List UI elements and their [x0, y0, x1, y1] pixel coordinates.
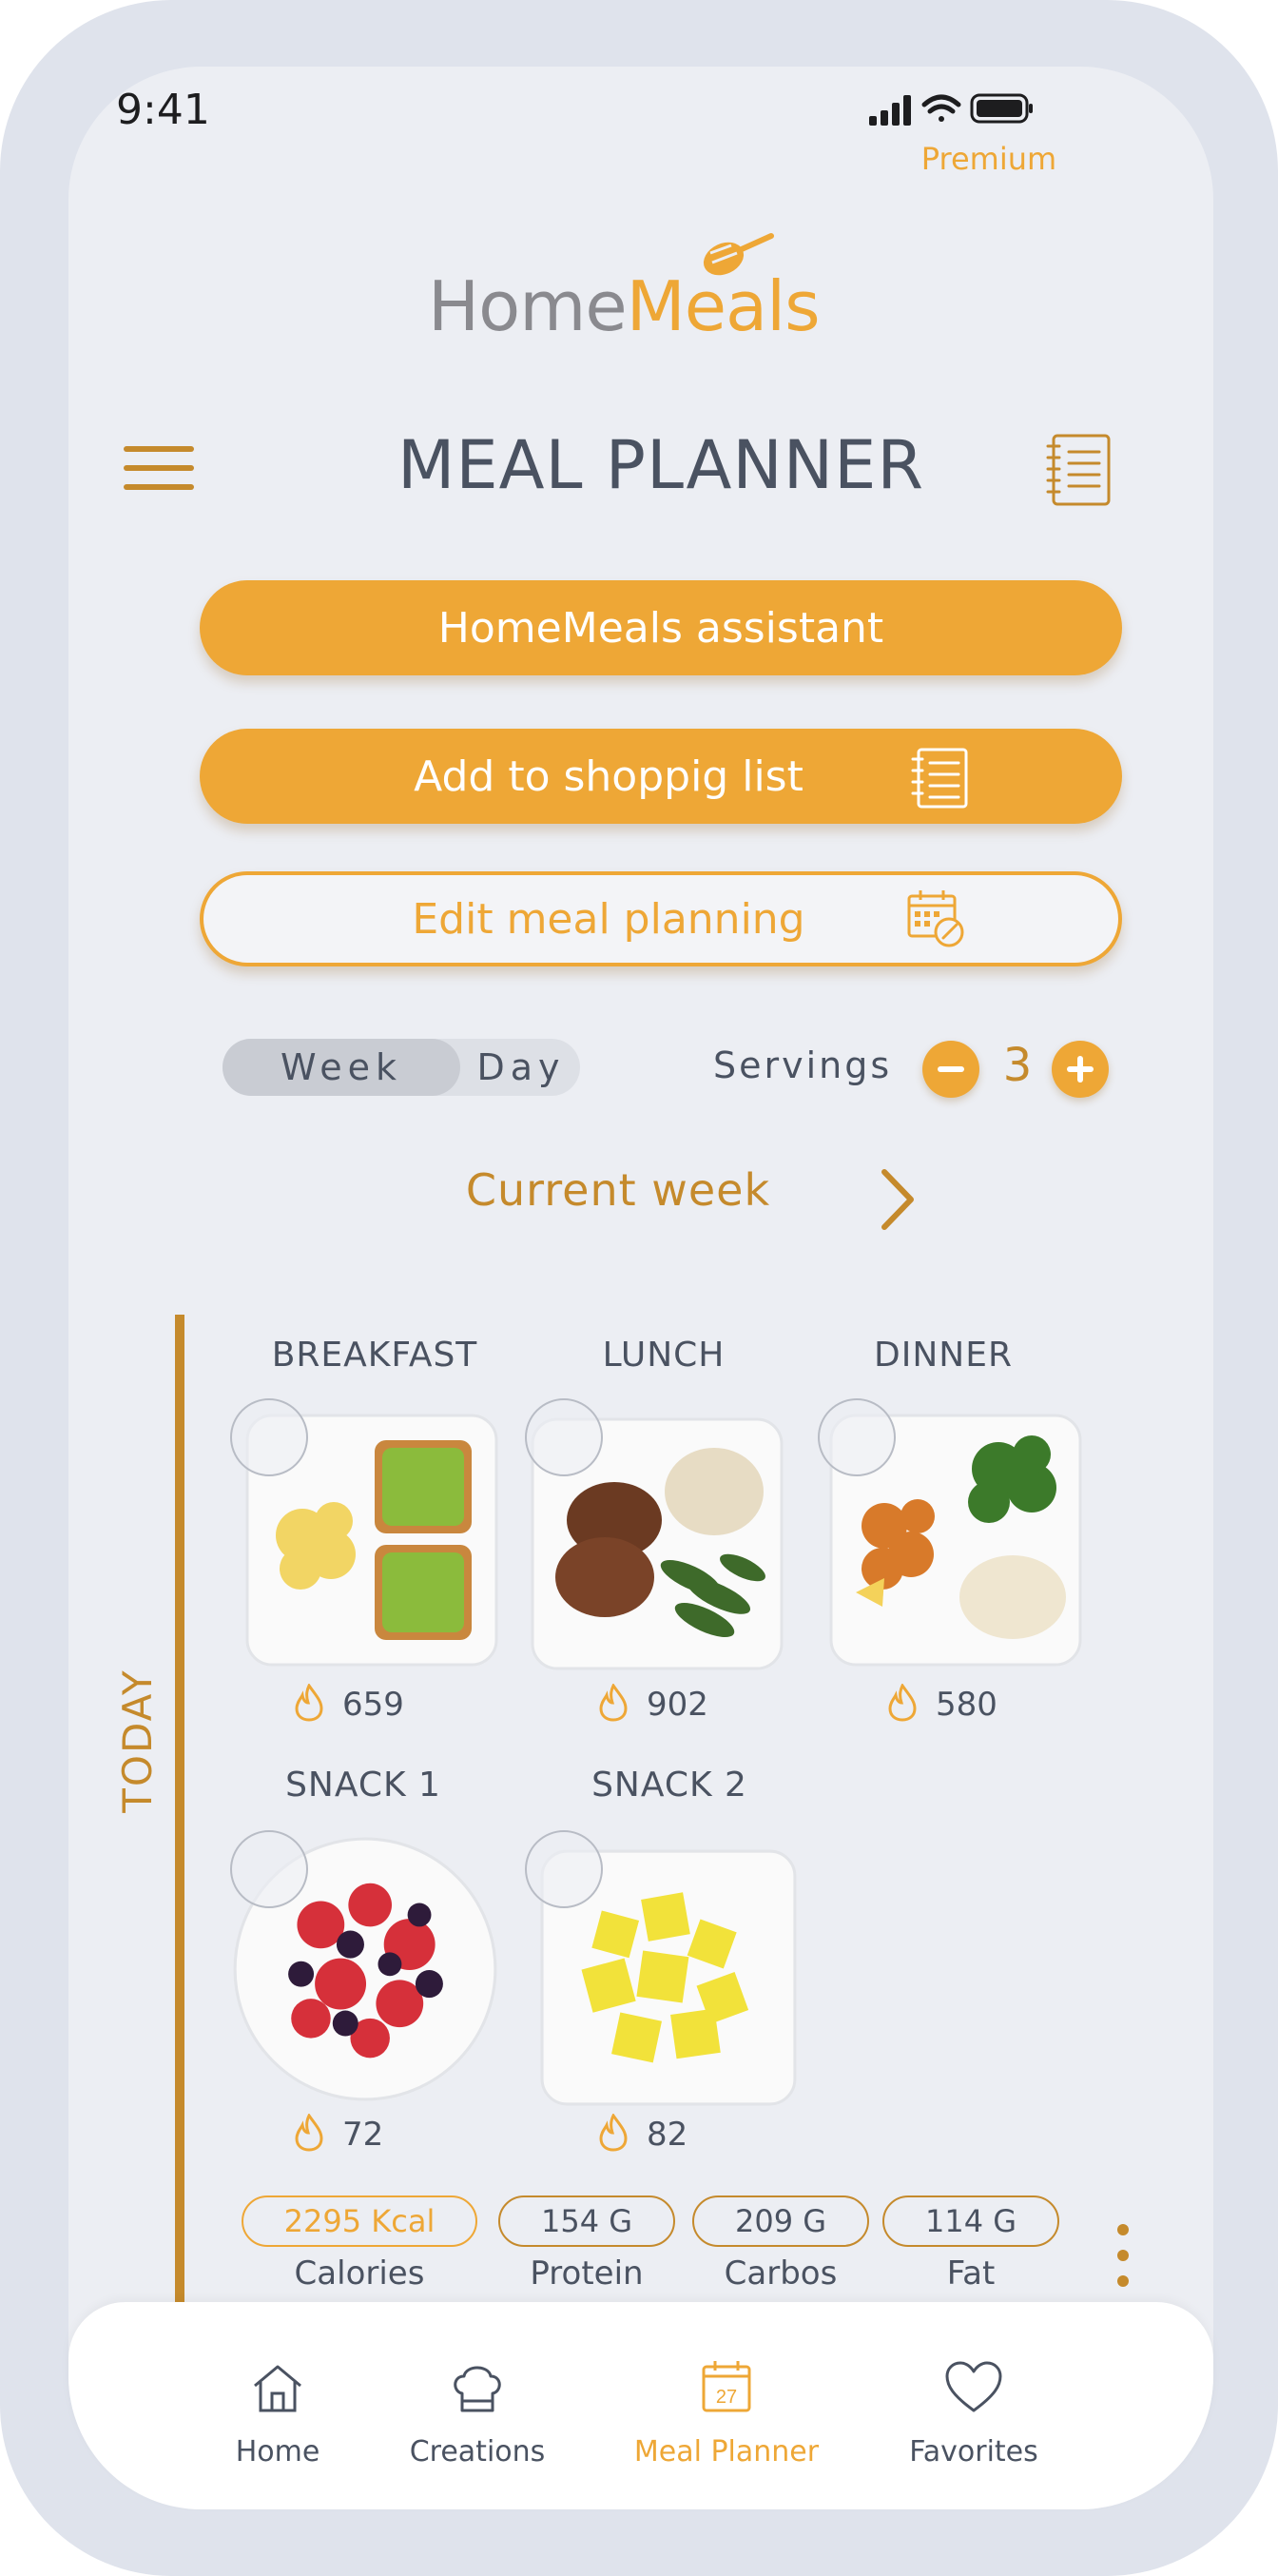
edit-meal-planning-button[interactable]: Edit meal planning	[200, 871, 1122, 966]
today-rail	[175, 1315, 184, 2304]
macro-carbs-value: 209 G	[692, 2195, 869, 2247]
meal-select-checkbox[interactable]	[230, 1830, 308, 1908]
dinner-kcal: 580	[936, 1686, 997, 1724]
nav-home[interactable]: Home	[173, 2359, 382, 2469]
meal-title-snack1: SNACK 1	[285, 1766, 441, 1805]
calendar-day-number: 27	[716, 2387, 737, 2408]
nav-favorites[interactable]: Favorites	[869, 2359, 1078, 2469]
status-time: 9:41	[116, 86, 210, 134]
more-options-icon[interactable]	[1111, 2222, 1135, 2289]
meal-title-lunch: LUNCH	[602, 1336, 726, 1375]
nav-meal-planner[interactable]: 27 Meal Planner	[622, 2359, 831, 2469]
signal-icon	[869, 95, 911, 126]
honey-dipper-icon	[703, 233, 774, 276]
hamburger-menu-icon[interactable]	[124, 442, 219, 499]
today-label: TODAY	[114, 1669, 161, 1813]
flame-icon	[599, 1684, 628, 1722]
heart-icon	[945, 2361, 1002, 2412]
home-icon	[254, 2365, 301, 2412]
page-title: MEAL PLANNER	[397, 426, 925, 504]
meal-select-checkbox[interactable]	[818, 1398, 896, 1476]
nav-home-label: Home	[235, 2435, 320, 2469]
servings-decrease-button[interactable]	[922, 1041, 979, 1098]
nav-creations[interactable]: Creations	[373, 2359, 582, 2469]
battery-icon	[970, 93, 1033, 124]
calendar-edit-icon	[907, 890, 964, 947]
servings-count: 3	[1002, 1039, 1033, 1092]
chef-hat-icon	[454, 2366, 501, 2412]
toggle-day[interactable]: Day	[462, 1039, 580, 1096]
macro-protein-label: Protein	[530, 2254, 644, 2293]
meal-select-checkbox[interactable]	[525, 1830, 603, 1908]
logo-part-home: Home	[428, 266, 628, 346]
breakfast-kcal: 659	[342, 1686, 404, 1724]
shopping-list-icon[interactable]	[1046, 433, 1113, 507]
meal-select-checkbox[interactable]	[525, 1398, 603, 1476]
lunch-kcal: 902	[647, 1686, 708, 1724]
flame-icon	[295, 2114, 323, 2152]
meal-select-checkbox[interactable]	[230, 1398, 308, 1476]
meal-title-dinner: DINNER	[874, 1336, 1013, 1375]
shopping-list-icon	[911, 748, 968, 809]
meal-title-breakfast: BREAKFAST	[271, 1336, 478, 1375]
edit-button-label: Edit meal planning	[412, 894, 805, 944]
flame-icon	[888, 1684, 917, 1722]
macro-fat-value: 114 G	[882, 2195, 1059, 2247]
add-to-shopping-list-button[interactable]: Add to shoppig list	[200, 729, 1122, 824]
macro-carbs-label: Carbos	[724, 2254, 838, 2293]
nav-creations-label: Creations	[409, 2435, 546, 2469]
macro-protein-value: 154 G	[498, 2195, 675, 2247]
status-icons	[869, 93, 1033, 126]
snack1-kcal: 72	[342, 2116, 384, 2154]
premium-link[interactable]: Premium	[875, 141, 1103, 177]
toggle-week[interactable]: Week	[223, 1039, 460, 1096]
flame-icon	[295, 1684, 323, 1722]
nav-favorites-label: Favorites	[909, 2435, 1038, 2469]
wifi-icon	[921, 94, 961, 122]
app-logo: HomeMeals	[428, 228, 827, 346]
snack2-kcal: 82	[647, 2116, 688, 2154]
flame-icon	[599, 2114, 628, 2152]
assistant-button-label: HomeMeals assistant	[437, 603, 884, 653]
meal-title-snack2: SNACK 2	[591, 1766, 747, 1805]
view-toggle: Week Day	[223, 1039, 580, 1096]
assistant-button[interactable]: HomeMeals assistant	[200, 580, 1122, 675]
servings-increase-button[interactable]	[1052, 1041, 1109, 1098]
macro-calories-value: 2295 Kcal	[242, 2195, 477, 2247]
macro-fat-label: Fat	[946, 2254, 996, 2293]
calendar-icon: 27	[702, 2361, 751, 2412]
nav-meal-planner-label: Meal Planner	[633, 2435, 820, 2469]
shopping-button-label: Add to shoppig list	[414, 751, 804, 801]
chevron-right-icon[interactable]	[875, 1166, 922, 1233]
macro-calories-label: Calories	[294, 2254, 425, 2293]
servings-label: Servings	[713, 1044, 893, 1086]
current-week-label: Current week	[465, 1164, 771, 1216]
